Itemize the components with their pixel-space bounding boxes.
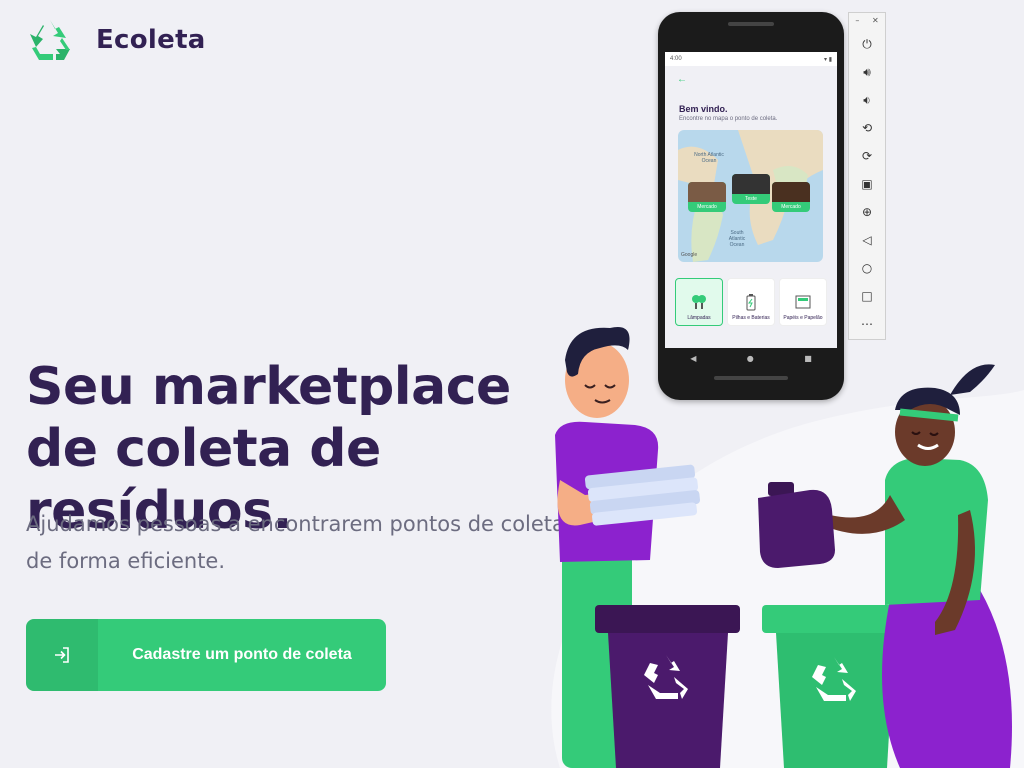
recycle-icon	[30, 20, 70, 60]
register-point-label: Cadastre um ponto de coleta	[132, 646, 352, 663]
item-lampadas[interactable]: Lâmpadas	[675, 278, 723, 326]
hero-subtitle: Ajudamos pessoas a encontrarem pontos de…	[26, 512, 565, 573]
power-icon[interactable]: ⏻	[853, 30, 881, 58]
nav-recent-icon[interactable]: ■	[804, 354, 812, 363]
item-label: Lâmpadas	[687, 315, 711, 321]
back-icon[interactable]: ◁	[853, 226, 881, 254]
map-marker[interactable]: Mercado	[772, 182, 810, 212]
status-time: 4:00	[670, 56, 682, 62]
map-google-label: Google	[681, 252, 698, 258]
item-list: Lâmpadas Pilhas e Baterias Papéis e Pape…	[675, 278, 827, 326]
item-label: Papéis e Papelão	[783, 315, 823, 321]
logo[interactable]: Ecoleta	[26, 16, 206, 64]
emulator-toolbar: – ✕ ⏻ 🔊︎ 🔉︎ ⟲ ⟳ ▣ ⊕ ◁ ○ □ ⋯	[848, 12, 886, 340]
map-marker[interactable]: Teste	[732, 174, 770, 204]
volume-down-icon[interactable]: 🔉︎	[853, 86, 881, 114]
map-label-north-atlantic: North Atlantic Ocean	[694, 152, 724, 164]
phone-speaker	[728, 22, 774, 26]
register-point-button[interactable]: Cadastre um ponto de coleta	[26, 619, 386, 691]
zoom-icon[interactable]: ⊕	[853, 198, 881, 226]
lamp-icon	[692, 295, 706, 309]
welcome-title: Bem vindo.	[679, 104, 728, 114]
rotate-left-icon[interactable]: ⟲	[853, 114, 881, 142]
emulator-window-controls: – ✕	[849, 13, 885, 30]
volume-up-icon[interactable]: 🔊︎	[853, 58, 881, 86]
battery-icon	[746, 294, 756, 311]
map-marker[interactable]: Mercado	[688, 182, 726, 212]
item-papeis[interactable]: Papéis e Papelão	[779, 278, 827, 326]
welcome-subtitle: Encontre no mapa o ponto de coleta.	[679, 116, 778, 122]
close-icon[interactable]: ✕	[872, 16, 879, 30]
logo-text: Ecoleta	[96, 25, 206, 55]
paper-icon	[795, 295, 811, 309]
more-icon[interactable]: ⋯	[853, 310, 881, 338]
login-arrow-icon	[26, 619, 98, 691]
nav-back-icon[interactable]: ◀	[690, 354, 696, 363]
overview-icon[interactable]: □	[853, 282, 881, 310]
item-pilhas[interactable]: Pilhas e Baterias	[727, 278, 775, 326]
rotate-right-icon[interactable]: ⟳	[853, 142, 881, 170]
arrow-left-icon[interactable]: ←	[677, 74, 687, 85]
status-icons: ▾ ▮	[824, 56, 832, 63]
phone-mockup: 4:00 ▾ ▮ ← Bem vindo. Encontre no mapa o…	[658, 12, 844, 400]
item-label: Pilhas e Baterias	[732, 315, 770, 321]
phone-screen: 4:00 ▾ ▮ ← Bem vindo. Encontre no mapa o…	[665, 52, 837, 348]
nav-home-icon[interactable]: ●	[747, 354, 754, 363]
map[interactable]: North Atlantic Ocean South Atlantic Ocea…	[678, 130, 823, 262]
status-bar: 4:00 ▾ ▮	[665, 52, 837, 66]
phone-navigation-bar: ◀ ● ■	[665, 348, 837, 368]
minimize-icon[interactable]: –	[855, 16, 859, 30]
phone-speaker-bottom	[714, 376, 788, 380]
camera-icon[interactable]: ▣	[853, 170, 881, 198]
home-icon[interactable]: ○	[853, 254, 881, 282]
map-label-south-atlantic: South Atlantic Ocean	[728, 230, 746, 248]
